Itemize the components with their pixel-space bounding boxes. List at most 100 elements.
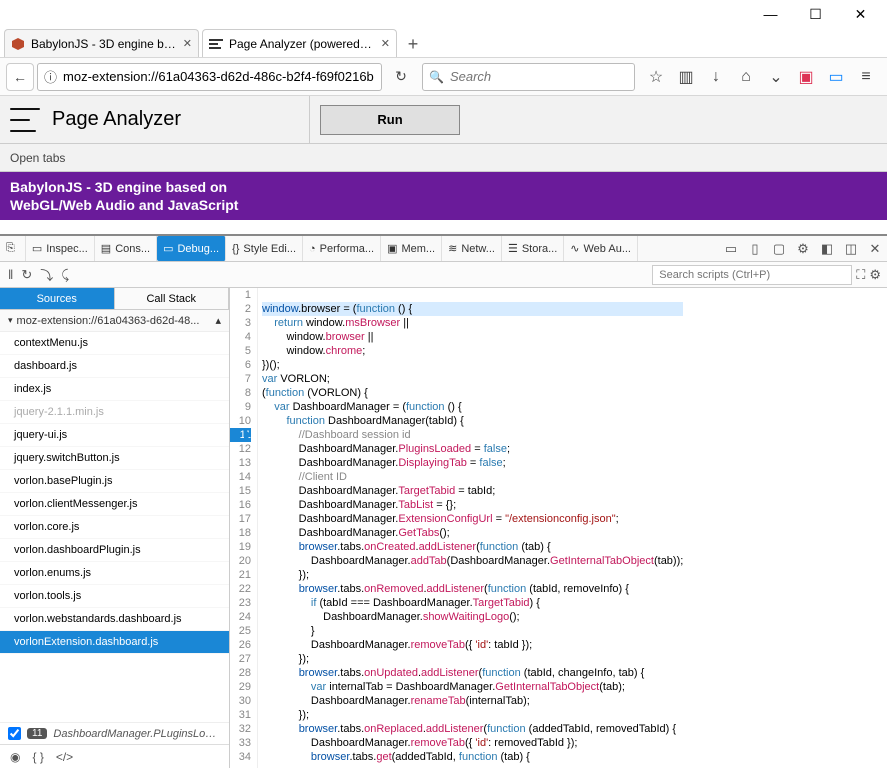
sources-group-header[interactable]: ▾ moz-extension://61a04363-d62d-48... ▴: [0, 310, 229, 332]
tab-close-icon[interactable]: ✕: [381, 37, 390, 50]
scroll-up-icon[interactable]: ▴: [215, 314, 221, 327]
label: Inspec...: [46, 243, 88, 255]
source-file[interactable]: contextMenu.js: [0, 332, 229, 355]
library-icon[interactable]: ▥: [671, 63, 701, 91]
new-tab-button[interactable]: +: [400, 31, 426, 57]
tab-babylonjs[interactable]: BabylonJS - 3D engine bas... ✕: [4, 29, 199, 57]
source-file[interactable]: vorlon.core.js: [0, 516, 229, 539]
maximize-button[interactable]: ☐: [793, 0, 838, 28]
tab-memory[interactable]: ▣Mem...: [381, 236, 442, 261]
debugger-subtoolbar: ‖ ↻ ⤵ ⤹ ⛶ ⚙: [0, 262, 887, 288]
sources-footer: ◉ { } </>: [0, 744, 229, 768]
back-button[interactable]: ←: [6, 63, 34, 91]
settings-gear-icon[interactable]: ⚙: [791, 241, 815, 257]
source-map-icon[interactable]: </>: [56, 750, 73, 764]
url-bar-container[interactable]: ⓘ: [37, 63, 382, 91]
tab-webaudio[interactable]: ∿Web Au...: [564, 236, 638, 261]
source-file[interactable]: vorlon.basePlugin.js: [0, 470, 229, 493]
banner-line2: WebGL/Web Audio and JavaScript: [10, 197, 238, 213]
code-editor[interactable]: 12345 678910 1112131415 1617181920 21222…: [230, 288, 887, 768]
line-gutter[interactable]: 12345 678910 1112131415 1617181920 21222…: [230, 288, 258, 768]
close-window-button[interactable]: ✕: [838, 0, 883, 28]
dock-side-icon[interactable]: ◧: [815, 241, 839, 257]
url-input[interactable]: [63, 65, 375, 89]
source-file[interactable]: dashboard.js: [0, 355, 229, 378]
tab-performance[interactable]: ◔ Performa...: [303, 236, 381, 261]
minimize-button[interactable]: —: [748, 0, 793, 28]
perf-icon: ◔: [309, 243, 316, 255]
style-icon: {}: [232, 243, 239, 255]
source-file[interactable]: index.js: [0, 378, 229, 401]
source-file-selected[interactable]: vorlonExtension.dashboard.js: [0, 631, 229, 654]
label: Performa...: [320, 243, 374, 255]
breakpoint-row[interactable]: 11 DashboardManager.PLuginsLo…: [0, 722, 229, 744]
source-file[interactable]: vorlon.dashboardPlugin.js: [0, 539, 229, 562]
pretty-print-icon[interactable]: { }: [32, 750, 43, 764]
source-file[interactable]: vorlon.webstandards.dashboard.js: [0, 608, 229, 631]
devtools-panel: ⎘ ▭Inspec... ▤Cons... ▭Debug... {}Style …: [0, 234, 887, 768]
tab-storage[interactable]: ☰Stora...: [502, 236, 564, 261]
source-file[interactable]: jquery.switchButton.js: [0, 447, 229, 470]
reload-button[interactable]: ↻: [386, 63, 416, 91]
tab-network[interactable]: ≋Netw...: [442, 236, 502, 261]
reader-icon[interactable]: ▣: [791, 63, 821, 91]
dock-bottom-icon[interactable]: ◫: [839, 241, 863, 257]
screenshot-icon[interactable]: ▭: [821, 63, 851, 91]
page-analyzer-header: Page Analyzer Run: [0, 96, 887, 144]
site-info-icon[interactable]: ⓘ: [44, 67, 57, 86]
downloads-icon[interactable]: ↓: [701, 63, 731, 91]
source-file[interactable]: vorlon.enums.js: [0, 562, 229, 585]
webaudio-icon: ∿: [570, 242, 579, 255]
split-icon[interactable]: ▯: [743, 241, 767, 257]
selected-tab-banner[interactable]: BabylonJS - 3D engine based on WebGL/Web…: [0, 172, 887, 220]
source-file[interactable]: jquery-2.1.1.min.js: [0, 401, 229, 424]
navigation-bar: ← ⓘ ↻ 🔍 ☆ ▥ ↓ ⌂ ⌄ ▣ ▭ ≡: [0, 58, 887, 96]
resume-button[interactable]: ↻: [21, 267, 32, 283]
tablet-icon[interactable]: ▢: [767, 241, 791, 257]
tab-style-editor[interactable]: {}Style Edi...: [226, 236, 303, 261]
search-input[interactable]: [450, 65, 628, 89]
page-title: Page Analyzer: [52, 108, 181, 131]
responsive-icon[interactable]: ▭: [719, 241, 743, 257]
tab-inspector[interactable]: ▭Inspec...: [26, 236, 95, 261]
step-in-button[interactable]: ⤹: [61, 267, 69, 283]
devtools-right-icons: ▭ ▯ ▢ ⚙ ◧ ◫ ✕: [719, 236, 887, 261]
console-icon: ▤: [101, 242, 111, 255]
source-file[interactable]: vorlon.clientMessenger.js: [0, 493, 229, 516]
pause-button[interactable]: ‖: [8, 267, 13, 282]
search-icon: 🔍: [429, 70, 444, 84]
blackbox-eye-icon[interactable]: ◉: [10, 750, 20, 764]
tab-close-icon[interactable]: ✕: [183, 37, 192, 50]
source-file[interactable]: vorlon.tools.js: [0, 585, 229, 608]
sources-group-label: moz-extension://61a04363-d62d-48...: [17, 315, 200, 327]
network-icon: ≋: [448, 242, 457, 255]
tab-page-analyzer[interactable]: Page Analyzer (powered b... ✕: [202, 29, 397, 57]
element-picker-button[interactable]: ⎘: [0, 236, 26, 261]
bookmark-star-icon[interactable]: ☆: [641, 63, 671, 91]
code-content: window.browser = (function () { return w…: [258, 288, 683, 768]
step-over-button[interactable]: ⤵: [40, 265, 53, 284]
search-bar-container[interactable]: 🔍: [422, 63, 635, 91]
sources-tabs: Sources Call Stack: [0, 288, 229, 310]
label: Cons...: [115, 243, 150, 255]
browser-tabstrip: BabylonJS - 3D engine bas... ✕ Page Anal…: [0, 28, 887, 58]
source-file[interactable]: jquery-ui.js: [0, 424, 229, 447]
picker-icon: ⎘: [6, 242, 15, 255]
menu-icon[interactable]: ≡: [851, 63, 881, 91]
tab-debugger[interactable]: ▭Debug...: [157, 236, 226, 261]
expand-icon[interactable]: ⛶: [856, 267, 865, 283]
storage-icon: ☰: [508, 242, 518, 255]
tab-callstack[interactable]: Call Stack: [115, 288, 230, 309]
tab-sources[interactable]: Sources: [0, 288, 115, 309]
home-icon[interactable]: ⌂: [731, 63, 761, 91]
breakpoint-checkbox[interactable]: [8, 727, 21, 740]
debugger-settings-icon[interactable]: ⚙: [869, 267, 881, 283]
tab-console[interactable]: ▤ Cons...: [95, 236, 157, 261]
script-search-input[interactable]: [652, 265, 852, 285]
devtools-toolbar: ⎘ ▭Inspec... ▤Cons... ▭Debug... {}Style …: [0, 236, 887, 262]
devtools-close-icon[interactable]: ✕: [863, 241, 887, 257]
run-button[interactable]: Run: [320, 105, 460, 135]
tab-label: Page Analyzer (powered b...: [229, 37, 375, 51]
banner-line1: BabylonJS - 3D engine based on: [10, 179, 227, 195]
pocket-icon[interactable]: ⌄: [761, 63, 791, 91]
